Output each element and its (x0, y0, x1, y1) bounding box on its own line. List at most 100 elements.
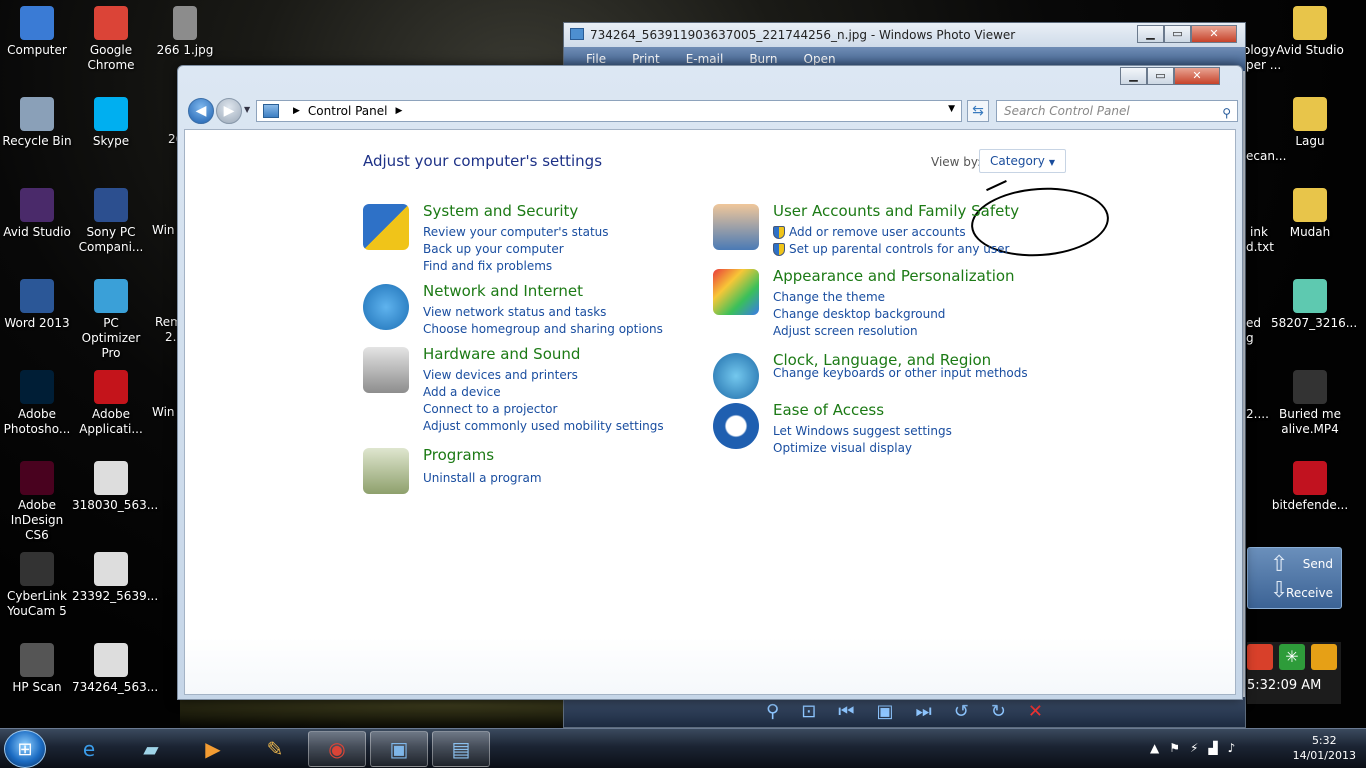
menu-open[interactable]: Open (804, 52, 836, 66)
desktop-icon[interactable]: 58207_3216... (1271, 279, 1357, 331)
taskbar-notes-icon[interactable]: ▰ (122, 731, 180, 767)
taskbar-photo-viewer-icon[interactable]: ▣ (370, 731, 428, 767)
previous-icon[interactable]: ⏮ (838, 702, 854, 722)
desktop-icon[interactable]: PC Optimizer Pro (72, 279, 150, 361)
back-button[interactable]: ◀ (188, 98, 214, 124)
desktop-icon[interactable]: Lagu (1271, 97, 1349, 149)
category-link[interactable]: View devices and printers (423, 367, 664, 384)
category-title[interactable]: User Accounts and Family Safety (773, 202, 1019, 220)
refresh-button[interactable]: ⇆ (967, 100, 989, 122)
slideshow-icon[interactable]: ▣ (876, 702, 893, 722)
taskbar-paint-icon[interactable]: ✎ (246, 731, 304, 767)
category-link[interactable]: Connect to a projector (423, 401, 664, 418)
desktop-icon[interactable]: 318030_563... (72, 461, 158, 513)
desktop-icon[interactable]: Computer (0, 6, 76, 58)
desktop-icon[interactable]: CyberLink YouCam 5 (0, 552, 76, 619)
desktop-icon[interactable]: Mudah (1271, 188, 1349, 240)
globe-clock-icon[interactable] (713, 353, 759, 399)
appearance-icon[interactable] (713, 269, 759, 315)
desktop-icon[interactable]: Google Chrome (72, 6, 150, 73)
address-dropdown-icon[interactable]: ▼ (948, 104, 955, 114)
category-link[interactable]: Optimize visual display (773, 440, 952, 457)
search-input[interactable]: Search Control Panel ⚲ (996, 100, 1238, 122)
users-icon[interactable] (713, 204, 759, 250)
desktop-icon[interactable]: Sony PC Compani... (72, 188, 150, 255)
desktop-icon[interactable]: Avid Studio (1271, 6, 1349, 58)
key-icon[interactable] (1311, 644, 1337, 670)
desktop-icon-jpg[interactable]: 266 1.jpg (146, 6, 224, 58)
breadcrumb-arrow-icon[interactable]: ▶ (293, 106, 300, 116)
flag-icon[interactable]: ⚑ (1169, 741, 1180, 755)
category-link[interactable]: Add a device (423, 384, 664, 401)
desktop-icon[interactable]: Skype (72, 97, 150, 149)
category-title[interactable]: Network and Internet (423, 282, 583, 300)
next-icon[interactable]: ⏭ (916, 702, 932, 722)
desktop-icon[interactable]: Buried me alive.MP4 (1271, 370, 1349, 437)
desktop-icon[interactable]: bitdefende... (1271, 461, 1349, 513)
network-icon[interactable] (363, 284, 409, 330)
category-link[interactable]: Let Windows suggest settings (773, 423, 952, 440)
search-icon[interactable]: ⚲ (1222, 103, 1231, 123)
menu-email[interactable]: E-mail (686, 52, 724, 66)
desktop-icon[interactable]: HP Scan (0, 643, 76, 695)
category-link[interactable]: Set up parental controls for any user (773, 241, 1009, 258)
category-link[interactable]: Add or remove user accounts (773, 224, 1009, 241)
address-bar[interactable]: ▶ Control Panel ▶ ▼ (256, 100, 962, 122)
category-link[interactable]: Change keyboards or other input methods (773, 365, 1028, 382)
category-title[interactable]: Appearance and Personalization (773, 267, 1015, 285)
show-hidden-icons[interactable]: ▲ (1150, 741, 1159, 755)
desktop-icon[interactable]: 23392_5639... (72, 552, 158, 604)
power-icon[interactable]: ⚡ (1190, 741, 1198, 755)
desktop-icon[interactable]: Adobe Photosho... (0, 370, 76, 437)
delete-icon[interactable]: ✕ (1028, 702, 1043, 722)
desktop-icon[interactable]: Recycle Bin (0, 97, 76, 149)
category-link[interactable]: Review your computer's status (423, 224, 609, 241)
menu-file[interactable]: File (586, 52, 606, 66)
close-button[interactable]: ✕ (1191, 25, 1237, 43)
rotate-left-icon[interactable]: ↺ (954, 702, 969, 722)
category-title[interactable]: Ease of Access (773, 401, 884, 419)
actual-size-icon[interactable]: ⊡ (801, 702, 816, 722)
category-link[interactable]: Back up your computer (423, 241, 609, 258)
send-receive-gadget[interactable]: Send Receive ⇧ ⇩ (1247, 547, 1342, 609)
desktop-icon[interactable]: Avid Studio (0, 188, 76, 240)
category-link[interactable]: Find and fix problems (423, 258, 609, 275)
tray-clock[interactable]: 5:32 14/01/2013 (1293, 733, 1356, 763)
shield-icon[interactable] (363, 204, 409, 250)
breadcrumb-arrow-icon[interactable]: ▶ (396, 106, 403, 116)
taskbar-ie-icon[interactable]: e (60, 731, 118, 767)
network-signal-icon[interactable]: ▟ (1208, 741, 1217, 755)
category-link[interactable]: Change the theme (773, 289, 945, 306)
breadcrumb-control-panel[interactable]: Control Panel (308, 104, 388, 118)
view-by-dropdown[interactable]: Category ▼ (979, 149, 1066, 173)
gadget-red-icon[interactable] (1247, 644, 1273, 670)
minimize-button[interactable]: ▁ (1137, 25, 1164, 43)
category-link[interactable]: Adjust commonly used mobility settings (423, 418, 664, 435)
ease-of-access-icon[interactable] (713, 403, 759, 449)
taskbar-media-icon[interactable]: ▶ (184, 731, 242, 767)
desktop-icon[interactable]: 734264_563... (72, 643, 158, 695)
category-title[interactable]: Hardware and Sound (423, 345, 580, 363)
desktop-icon[interactable]: Adobe InDesign CS6 (0, 461, 76, 543)
zoom-icon[interactable]: ⚲ (766, 702, 779, 722)
category-link[interactable]: View network status and tasks (423, 304, 663, 321)
menu-print[interactable]: Print (632, 52, 660, 66)
close-button[interactable]: ✕ (1174, 67, 1220, 85)
category-title[interactable]: System and Security (423, 202, 578, 220)
maximize-button[interactable]: ▭ (1164, 25, 1191, 43)
desktop-icon[interactable]: Word 2013 (0, 279, 76, 331)
category-link[interactable]: Choose homegroup and sharing options (423, 321, 663, 338)
taskbar-control-panel-icon[interactable]: ▤ (432, 731, 490, 767)
volume-icon[interactable]: ♪ (1228, 741, 1236, 755)
category-title[interactable]: Programs (423, 446, 494, 464)
rotate-right-icon[interactable]: ↻ (991, 702, 1006, 722)
printer-icon[interactable] (363, 347, 409, 393)
desktop-icon[interactable]: Adobe Applicati... (72, 370, 150, 437)
taskbar-chrome-icon[interactable]: ◉ (308, 731, 366, 767)
programs-icon[interactable] (363, 448, 409, 494)
category-link[interactable]: Adjust screen resolution (773, 323, 945, 340)
minimize-button[interactable]: ▁ (1120, 67, 1147, 85)
category-link[interactable]: Change desktop background (773, 306, 945, 323)
maximize-button[interactable]: ▭ (1147, 67, 1174, 85)
menu-burn[interactable]: Burn (749, 52, 777, 66)
